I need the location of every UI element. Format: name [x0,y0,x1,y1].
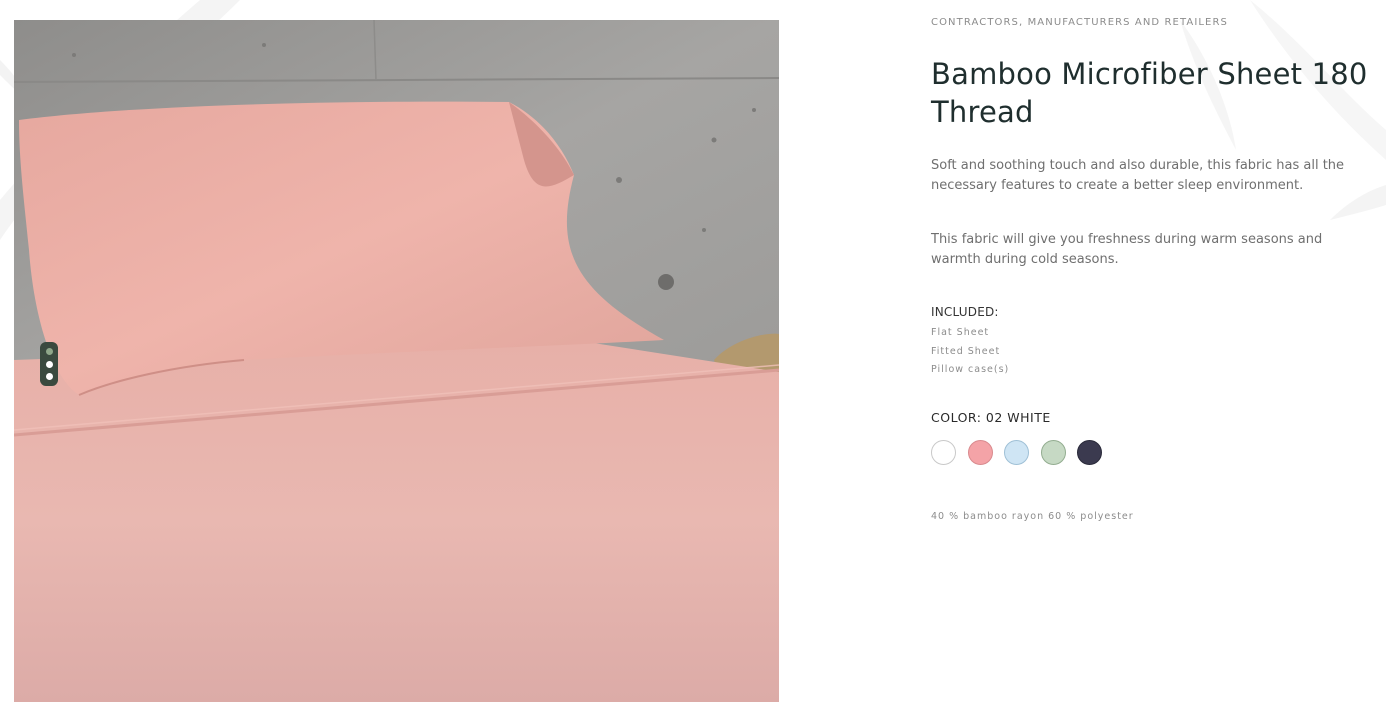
product-page: CONTRACTORS, MANUFACTURERS AND RETAILERS… [0,0,1386,702]
category-eyebrow: CONTRACTORS, MANUFACTURERS AND RETAILERS [931,17,1228,28]
included-item: Flat Sheet [931,327,990,338]
swatch-navy[interactable] [1077,440,1102,465]
swatch-white[interactable] [931,440,956,465]
fabric-composition: 40 % bamboo rayon 60 % polyester [931,511,1134,522]
swatch-light-blue[interactable] [1004,440,1029,465]
swatch-pink[interactable] [967,440,993,465]
swatch-sage-green[interactable] [1040,440,1066,465]
color-label: COLOR: 02 WHITE [931,410,1051,425]
image-slider-dots [40,342,58,386]
slide-dot-2[interactable] [45,360,53,368]
included-item: Fitted Sheet [931,345,1001,357]
product-title: Bamboo Microfiber Sheet 180 Thread [931,57,1368,129]
product-photo [14,20,779,702]
slide-dot-1[interactable] [45,347,53,355]
color-swatches [931,440,1114,465]
included-item: Pillow case(s) [931,364,1010,375]
included-label: INCLUDED: [931,305,999,319]
slide-dot-3[interactable] [45,373,53,381]
product-description-1: Soft and soothing touch and also durable… [931,158,1345,193]
product-image[interactable] [14,20,779,702]
product-description-2: This fabric will give you freshness duri… [931,232,1323,267]
included-list: Flat Sheet Fitted Sheet Pillow case(s) [931,324,1009,380]
